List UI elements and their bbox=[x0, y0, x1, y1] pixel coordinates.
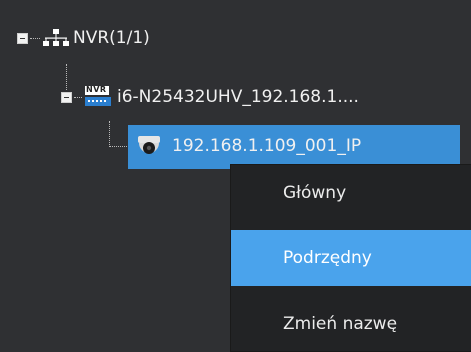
tree-connector bbox=[74, 96, 82, 98]
camera-label: 192.168.1.109_001_IP bbox=[172, 136, 362, 156]
tree-node-nvr-group[interactable]: NVR(1/1) bbox=[17, 24, 150, 52]
tree-node-device[interactable]: NVR i6-N25432UHV_192.168.1.... bbox=[61, 83, 359, 111]
collapse-toggle-icon[interactable] bbox=[17, 32, 28, 44]
context-menu: Główny Podrzędny Zmień nazwę bbox=[231, 165, 471, 351]
menu-item-sub-stream[interactable]: Podrzędny bbox=[231, 230, 471, 286]
tree-node-camera-selected[interactable]: 192.168.1.109_001_IP bbox=[128, 125, 460, 169]
collapse-toggle-icon[interactable] bbox=[61, 91, 72, 103]
tree-connector bbox=[30, 37, 40, 39]
tree-connector bbox=[109, 146, 129, 147]
menu-item-rename[interactable]: Zmień nazwę bbox=[231, 296, 471, 352]
dome-camera-icon bbox=[136, 134, 162, 160]
menu-item-label: Zmień nazwę bbox=[283, 314, 398, 334]
menu-item-label: Podrzędny bbox=[283, 248, 372, 268]
tree-node-label: i6-N25432UHV_192.168.1.... bbox=[117, 87, 359, 107]
nvr-device-icon: NVR bbox=[85, 85, 111, 108]
network-icon bbox=[43, 28, 69, 48]
tree-connector bbox=[109, 121, 110, 147]
menu-item-main-stream[interactable]: Główny bbox=[231, 165, 471, 221]
nvr-icon-text: NVR bbox=[86, 85, 107, 94]
tree-node-label: NVR(1/1) bbox=[73, 28, 150, 48]
menu-item-label: Główny bbox=[283, 183, 347, 203]
